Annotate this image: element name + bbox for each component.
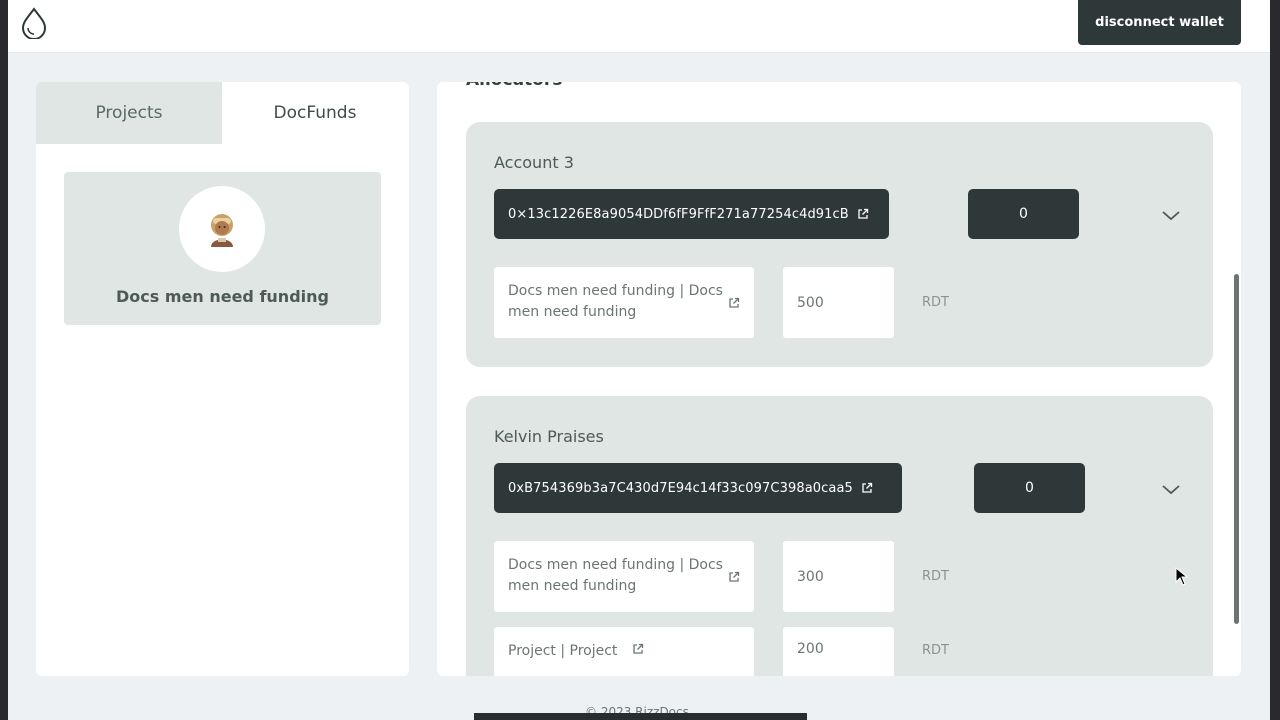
top-bar: disconnect wallet bbox=[8, 0, 1270, 53]
wallet-address: 0×13c1226E8a9054DDf6fF9FfF271a77254c4d91… bbox=[508, 206, 849, 222]
drop-icon[interactable] bbox=[20, 7, 48, 39]
token-unit: RDT bbox=[922, 295, 949, 310]
external-link-icon[interactable] bbox=[728, 295, 740, 316]
tab-docfunds[interactable]: DocFunds bbox=[222, 82, 408, 144]
avatar bbox=[179, 186, 265, 272]
sidebar-panel: Projects DocFunds Docs men need funding bbox=[36, 82, 409, 676]
wallet-address-link[interactable]: 0xB754369b3a7C430d7E94c14f33c097C398a0ca… bbox=[494, 463, 902, 513]
project-name: Docs men need funding | Docs men need fu… bbox=[508, 283, 723, 320]
allocator-card: Account 3 0×13c1226E8a9054DDf6fF9FfF271a… bbox=[466, 122, 1213, 367]
allocation-value: 200 bbox=[783, 627, 894, 676]
allocation-value: 300 bbox=[783, 541, 894, 612]
disconnect-wallet-button[interactable]: disconnect wallet bbox=[1078, 0, 1241, 45]
allocator-name: Account 3 bbox=[494, 153, 574, 172]
project-link[interactable]: Project | Project bbox=[494, 627, 754, 676]
allocation-value: 500 bbox=[783, 267, 894, 338]
allocator-name: Kelvin Praises bbox=[494, 427, 604, 446]
allocation-amount: 0 bbox=[968, 189, 1079, 239]
external-link-icon[interactable] bbox=[857, 208, 869, 220]
external-link-icon[interactable] bbox=[728, 569, 740, 590]
token-unit: RDT bbox=[922, 569, 949, 584]
project-name: Docs men need funding | Docs men need fu… bbox=[508, 557, 723, 594]
mouse-cursor-icon bbox=[1175, 567, 1189, 586]
allocator-card: Kelvin Praises 0xB754369b3a7C430d7E94c14… bbox=[466, 396, 1213, 676]
external-link-icon[interactable] bbox=[632, 643, 644, 655]
external-link-icon[interactable] bbox=[861, 482, 873, 494]
app-window: disconnect wallet Projects DocFunds Docs… bbox=[8, 0, 1270, 720]
project-link[interactable]: Docs men need funding | Docs men need fu… bbox=[494, 267, 754, 338]
astronaut-avatar-icon bbox=[211, 214, 233, 247]
taskbar-strip bbox=[474, 713, 807, 720]
project-link[interactable]: Docs men need funding | Docs men need fu… bbox=[494, 541, 754, 612]
tab-projects[interactable]: Projects bbox=[36, 82, 222, 144]
token-unit: RDT bbox=[922, 643, 949, 658]
project-name: Project | Project bbox=[508, 643, 618, 659]
allocation-amount: 0 bbox=[974, 463, 1085, 513]
allocators-panel: Allocators Account 3 0×13c1226E8a9054DDf… bbox=[437, 82, 1241, 676]
fund-card[interactable]: Docs men need funding bbox=[64, 172, 381, 325]
chevron-down-icon[interactable] bbox=[1161, 208, 1181, 222]
scrollbar[interactable] bbox=[1234, 274, 1239, 624]
section-title: Allocators bbox=[466, 82, 562, 90]
wallet-address: 0xB754369b3a7C430d7E94c14f33c097C398a0ca… bbox=[508, 480, 853, 496]
wallet-address-link[interactable]: 0×13c1226E8a9054DDf6fF9FfF271a77254c4d91… bbox=[494, 189, 889, 239]
chevron-down-icon[interactable] bbox=[1161, 482, 1181, 496]
fund-card-title: Docs men need funding bbox=[116, 287, 329, 306]
